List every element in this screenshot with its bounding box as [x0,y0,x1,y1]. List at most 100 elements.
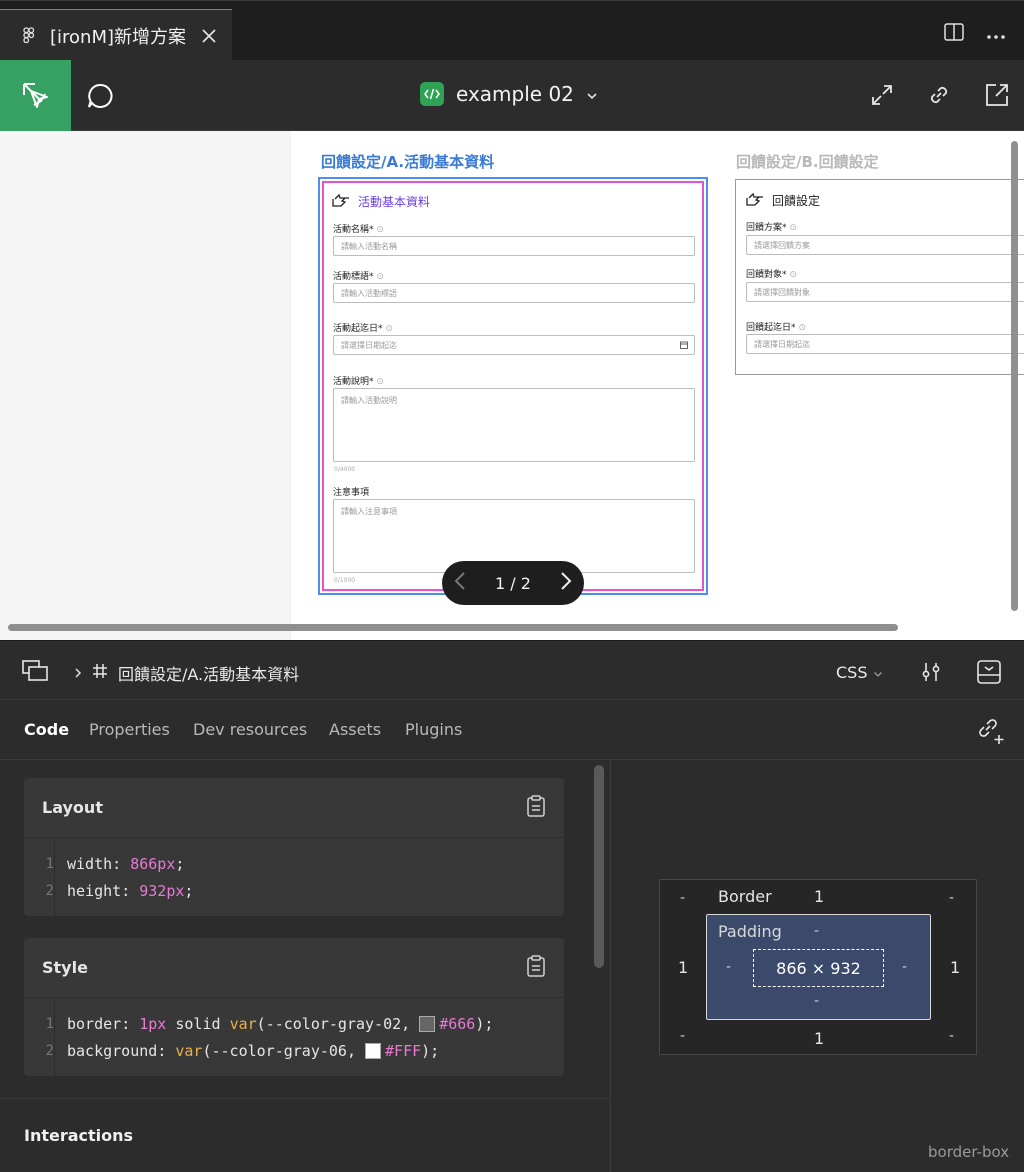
chevron-left-icon[interactable] [454,571,466,595]
activity-slogan-input[interactable]: 請輸入活動標語 [333,283,695,303]
comment-icon [88,83,113,108]
info-icon: ⊙ [789,270,798,280]
calendar-icon [680,341,688,351]
box-model-content-size: 866 × 932 [753,949,884,987]
file-name: example 02 [456,82,574,106]
info-icon: ⊙ [376,377,385,387]
link-icon[interactable] [926,82,952,112]
frame-a-title[interactable]: 回饋設定/A.活動基本資料 [321,151,494,172]
collapse-panel-icon[interactable] [977,660,1001,688]
language-select[interactable]: CSS [836,663,883,682]
frame-pager: 1 / 2 [442,561,584,605]
border-left-value: 1 [678,958,689,977]
canvas-horizontal-scrollbar[interactable] [8,624,898,631]
border-bottom-value: 1 [814,1029,825,1048]
section-heading: 回饋設定 [746,192,820,209]
frame-b[interactable]: 回饋設定 回饋方案* ⊙ 請選擇回饋方案 回饋對象* ⊙ 請選擇回饋對象 回饋起迄日… [735,179,1024,375]
canvas-vertical-scrollbar[interactable] [1011,141,1018,611]
inspector-header: 回饋設定/A.活動基本資料 CSS [0,640,1024,700]
field-label: 活動標語* ⊙ [333,272,385,282]
layers-icon[interactable] [22,660,48,686]
section-heading: 活動基本資料 [332,193,430,210]
split-view-icon[interactable] [944,23,964,45]
reward-plan-select[interactable]: 請選擇回饋方案 [746,235,1024,255]
pointing-hand-icon [332,193,350,210]
activity-name-input[interactable]: 請輸入活動名稱 [333,236,695,256]
reward-date-range-input[interactable]: 請選擇日期起迄 [746,334,1024,354]
chevron-down-icon [873,663,883,682]
dev-mode-toolbar: example 02 [0,60,1024,131]
interactions-heading[interactable]: Interactions [24,1126,133,1145]
field-label: 回饋方案* ⊙ [746,223,798,233]
open-external-icon[interactable] [984,82,1010,112]
frame-a-selected[interactable]: 活動基本資料 活動名稱* ⊙ 請輸入活動名稱 活動標語* ⊙ 請輸入活動標語 活動起… [318,177,708,595]
code-line[interactable]: 1 border: 1px solid var(--color-gray-02, … [24,1010,564,1037]
breadcrumb-frame-name: 回饋設定/A.活動基本資料 [118,665,300,684]
card-title: Style [42,958,88,977]
frame-a-content: 活動基本資料 活動名稱* ⊙ 請輸入活動名稱 活動標語* ⊙ 請輸入活動標語 活動起… [322,181,704,591]
padding-left: - [726,959,732,975]
padding-bottom: - [814,993,820,1009]
breadcrumb[interactable]: 回饋設定/A.活動基本資料 [74,661,299,685]
pointing-hand-icon [746,192,764,209]
reward-target-select[interactable]: 請選擇回饋對象 [746,282,1024,302]
activity-description-textarea[interactable]: 請輸入活動說明 [333,388,695,462]
border-bottom-right: - [949,1028,955,1044]
field-label: 回饋起迄日* ⊙ [746,323,807,333]
design-canvas[interactable]: 回饋設定/A.活動基本資料 回饋設定/B.回饋設定 活動基本資料 活動名稱* ⊙ … [0,131,1024,640]
tab-assets[interactable]: Assets [329,720,381,739]
border-right-value: 1 [950,958,961,977]
frame-hash-icon [92,663,108,683]
color-swatch [365,1042,382,1059]
add-link-icon[interactable] [976,716,1006,750]
close-icon[interactable] [200,27,218,45]
padding-label: Padding [718,922,782,941]
pager-count: 1 / 2 [495,573,531,593]
frame-b-title[interactable]: 回饋設定/B.回饋設定 [736,151,879,172]
card-title: Layout [42,798,103,817]
style-code-card: Style 1 border: 1px solid var(--color-gra… [24,938,564,1076]
tab-code[interactable]: Code [24,720,69,739]
padding-right: - [902,959,908,975]
info-icon: ⊙ [376,272,385,282]
section-divider [0,1098,610,1099]
code-line[interactable]: 2 height: 932px; [24,877,564,904]
info-icon: ⊙ [789,223,798,233]
char-count: 0/4000 [334,466,356,473]
field-label: 活動說明* ⊙ [333,377,385,387]
char-count: 0/1000 [334,577,356,584]
tab-plugins[interactable]: Plugins [405,720,462,739]
expand-icon[interactable] [870,83,894,111]
info-icon: ⊙ [798,323,807,333]
clipboard-icon[interactable] [526,954,546,981]
activity-date-range-input[interactable]: 請選擇日期起迄 [333,335,695,355]
field-label: 活動起迄日* ⊙ [333,324,394,334]
field-label: 回饋對象* ⊙ [746,270,798,280]
comment-tool-button[interactable] [84,80,116,112]
clipboard-icon[interactable] [526,794,546,821]
chevron-down-icon [586,85,598,104]
document-tab[interactable]: [ironM]新增方案 [0,9,232,61]
tab-dev-resources[interactable]: Dev resources [193,720,307,739]
border-bottom-left: - [680,1028,686,1044]
color-swatch [419,1015,436,1032]
code-panel-scrollbar[interactable] [594,765,604,968]
figma-logo-icon [20,27,38,45]
code-line[interactable]: 2 background: var(--color-gray-06, #FFF); [24,1037,564,1064]
field-label: 注意事項 [333,488,370,498]
file-switcher[interactable]: example 02 [420,82,598,106]
layout-code-card: Layout 1 width: 866px; 2 height: 932px; [24,778,564,916]
window-tab-bar: [ironM]新增方案 [0,0,1024,61]
code-line[interactable]: 1 width: 866px; [24,850,564,877]
cursor-icon [22,82,48,108]
info-icon: ⊙ [385,324,394,334]
tab-title: [ironM]新增方案 [50,26,187,48]
box-sizing-label: border-box [928,1143,1010,1161]
select-tool-button[interactable] [0,60,71,131]
settings-sliders-icon[interactable] [920,661,942,687]
more-options-icon[interactable] [986,25,1006,44]
tab-properties[interactable]: Properties [89,720,170,739]
chevron-right-icon[interactable] [560,571,572,595]
info-icon: ⊙ [376,225,385,235]
border-label: Border [718,887,772,906]
